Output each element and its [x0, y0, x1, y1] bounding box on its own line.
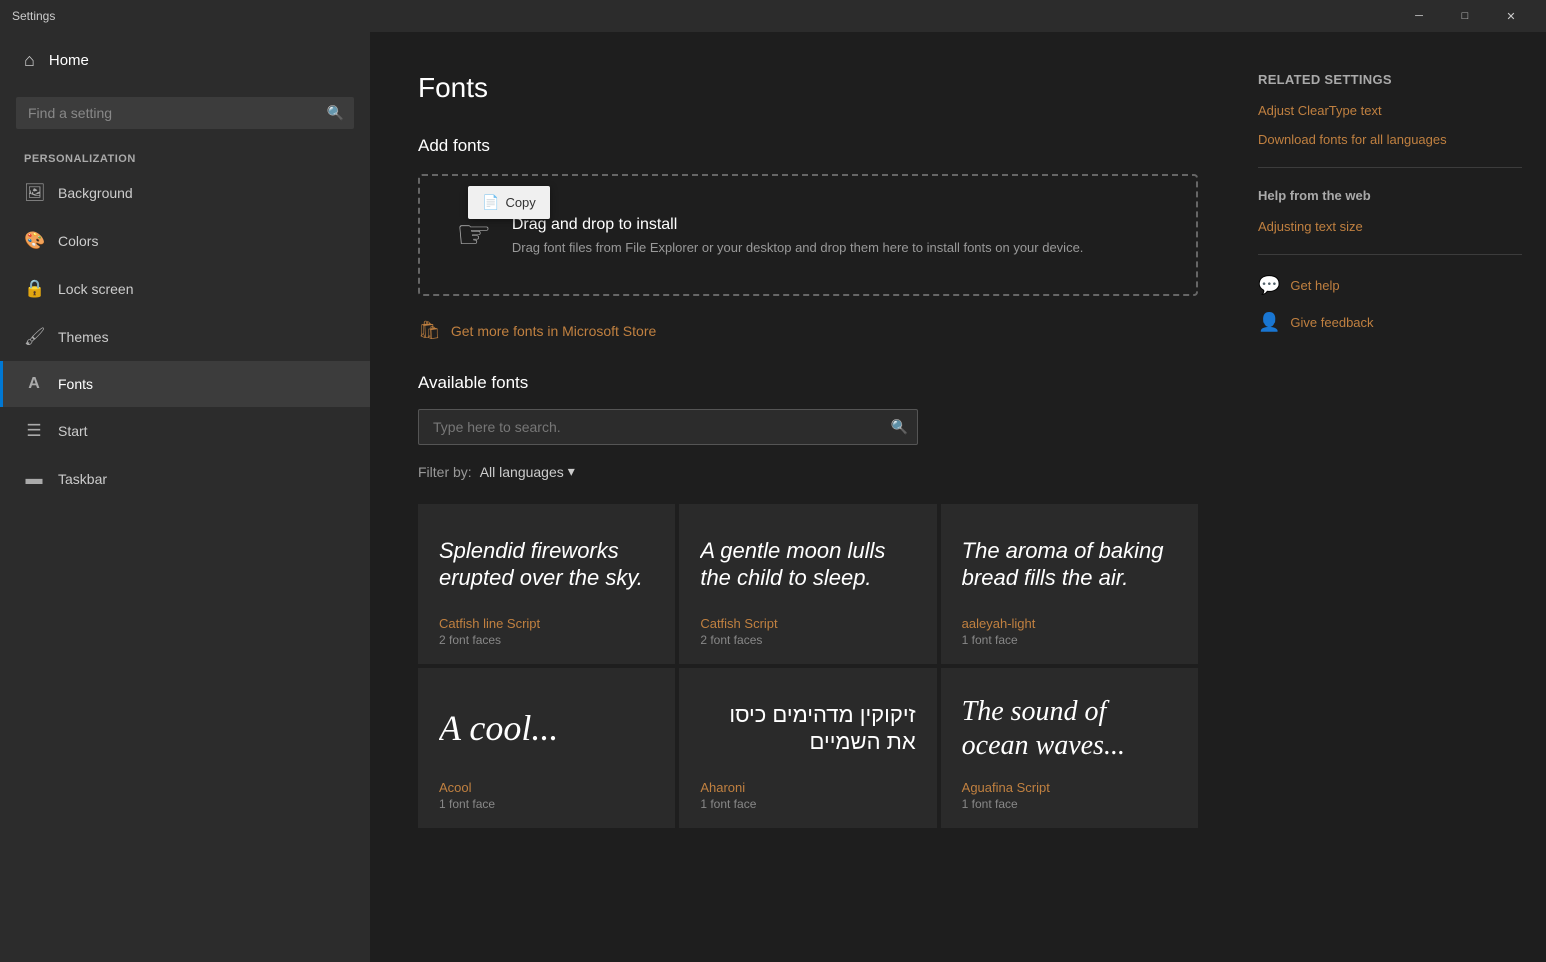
sidebar-item-start-label: Start: [58, 423, 88, 439]
background-icon: 🖼: [24, 183, 44, 203]
font-preview-aguafina: The sound of ocean waves...: [962, 689, 1177, 768]
add-fonts-title: Add fonts: [418, 136, 1198, 156]
chevron-down-icon: ▾: [568, 463, 575, 480]
font-search-container: 🔍: [418, 409, 1198, 445]
font-faces-catfish-line-script: 2 font faces: [439, 633, 654, 647]
available-fonts-title: Available fonts: [418, 373, 1198, 393]
get-help-action[interactable]: 💬 Get help: [1258, 275, 1522, 296]
colors-icon: 🎨: [24, 231, 44, 251]
cleartype-link[interactable]: Adjust ClearType text: [1258, 103, 1522, 118]
start-icon: ☰: [24, 421, 44, 441]
window-controls: ─ □ ✕: [1396, 0, 1534, 32]
filter-label: Filter by:: [418, 464, 472, 480]
font-card-aaleyah[interactable]: The aroma of baking bread fills the air.…: [941, 504, 1198, 664]
sidebar-item-taskbar[interactable]: ▬ Taskbar: [0, 455, 370, 503]
sidebar-item-lock-screen-label: Lock screen: [58, 281, 133, 297]
give-feedback-icon: 👤: [1258, 312, 1280, 333]
home-icon: ⌂: [24, 50, 35, 71]
sidebar-item-start[interactable]: ☰ Start: [0, 407, 370, 455]
right-panel: Related Settings Adjust ClearType text D…: [1246, 32, 1546, 962]
font-name-acool: Acool: [439, 780, 654, 795]
get-help-label: Get help: [1290, 278, 1339, 293]
search-icon: 🔍: [327, 105, 344, 122]
download-fonts-link[interactable]: Download fonts for all languages: [1258, 132, 1522, 147]
sidebar-item-colors-label: Colors: [58, 233, 98, 249]
close-button[interactable]: ✕: [1488, 0, 1534, 32]
sidebar-item-home[interactable]: ⌂ Home: [0, 32, 370, 89]
sidebar-item-themes-label: Themes: [58, 329, 109, 345]
font-name-aharoni: Aharoni: [700, 780, 915, 795]
drop-title: Drag and drop to install: [512, 216, 1084, 234]
font-card-catfish-line-script[interactable]: Splendid fireworks erupted over the sky.…: [418, 504, 675, 664]
sidebar-item-lock-screen[interactable]: 🔒 Lock screen: [0, 265, 370, 313]
fonts-icon: A: [24, 375, 44, 393]
sidebar: ⌂ Home 🔍 Personalization 🖼 Background 🎨 …: [0, 32, 370, 962]
store-icon: 🛍: [418, 320, 441, 341]
font-name-catfish-script: Catfish Script: [700, 616, 915, 631]
help-title: Help from the web: [1258, 188, 1522, 203]
font-faces-aguafina: 1 font face: [962, 797, 1177, 811]
app-body: ⌂ Home 🔍 Personalization 🖼 Background 🎨 …: [0, 32, 1546, 962]
minimize-button[interactable]: ─: [1396, 0, 1442, 32]
titlebar: Settings ─ □ ✕: [0, 0, 1546, 32]
drop-text: Drag and drop to install Drag font files…: [512, 216, 1084, 255]
language-filter-dropdown[interactable]: All languages ▾: [480, 463, 575, 480]
font-card-catfish-script[interactable]: A gentle moon lulls the child to sleep. …: [679, 504, 936, 664]
font-name-aaleyah: aaleyah-light: [962, 616, 1177, 631]
main-content: Fonts Add fonts 📄 Copy ☞ Drag and drop t…: [370, 32, 1246, 962]
font-search-icon: 🔍: [891, 419, 908, 436]
font-faces-acool: 1 font face: [439, 797, 654, 811]
copy-icon: 📄: [482, 194, 499, 211]
store-link[interactable]: 🛍 Get more fonts in Microsoft Store: [418, 320, 1198, 341]
panel-divider-2: [1258, 254, 1522, 255]
adjusting-text-size-link[interactable]: Adjusting text size: [1258, 219, 1522, 234]
font-preview-aaleyah: The aroma of baking bread fills the air.: [962, 525, 1177, 604]
copy-label: Copy: [505, 195, 535, 210]
font-preview-aharoni: זיקוקין מדהימים כיסו את השמיים: [700, 689, 915, 768]
sidebar-item-fonts-label: Fonts: [58, 376, 93, 392]
filter-row: Filter by: All languages ▾: [418, 463, 1198, 480]
font-card-aharoni[interactable]: זיקוקין מדהימים כיסו את השמיים Aharoni 1…: [679, 668, 936, 828]
font-preview-catfish-line-script: Splendid fireworks erupted over the sky.: [439, 525, 654, 604]
themes-icon: 🖌: [24, 327, 44, 347]
font-faces-aaleyah: 1 font face: [962, 633, 1177, 647]
sidebar-item-colors[interactable]: 🎨 Colors: [0, 217, 370, 265]
give-feedback-label: Give feedback: [1290, 315, 1373, 330]
taskbar-icon: ▬: [24, 469, 44, 489]
related-settings-title: Related Settings: [1258, 72, 1522, 87]
store-link-label: Get more fonts in Microsoft Store: [451, 323, 656, 339]
font-grid: Splendid fireworks erupted over the sky.…: [418, 504, 1198, 828]
font-faces-aharoni: 1 font face: [700, 797, 915, 811]
drop-description: Drag font files from File Explorer or yo…: [512, 240, 1084, 255]
search-container: 🔍: [16, 97, 354, 129]
font-search-input[interactable]: [418, 409, 918, 445]
home-label: Home: [49, 52, 89, 69]
font-preview-catfish-script: A gentle moon lulls the child to sleep.: [700, 525, 915, 604]
maximize-button[interactable]: □: [1442, 0, 1488, 32]
font-card-acool[interactable]: A cool... Acool 1 font face: [418, 668, 675, 828]
sidebar-item-background-label: Background: [58, 185, 133, 201]
give-feedback-action[interactable]: 👤 Give feedback: [1258, 312, 1522, 333]
font-preview-acool: A cool...: [439, 689, 654, 768]
font-name-catfish-line-script: Catfish line Script: [439, 616, 654, 631]
sidebar-item-themes[interactable]: 🖌 Themes: [0, 313, 370, 361]
get-help-icon: 💬: [1258, 275, 1280, 296]
sidebar-item-taskbar-label: Taskbar: [58, 471, 107, 487]
search-input[interactable]: [16, 97, 354, 129]
sidebar-item-fonts[interactable]: A Fonts: [0, 361, 370, 407]
font-card-aguafina[interactable]: The sound of ocean waves... Aguafina Scr…: [941, 668, 1198, 828]
sidebar-item-background[interactable]: 🖼 Background: [0, 169, 370, 217]
font-drop-zone[interactable]: 📄 Copy ☞ Drag and drop to install Drag f…: [418, 174, 1198, 296]
panel-divider-1: [1258, 167, 1522, 168]
copy-tooltip: 📄 Copy: [468, 186, 550, 219]
filter-value: All languages: [480, 464, 564, 480]
page-title: Fonts: [418, 72, 1198, 104]
sidebar-section-label: Personalization: [0, 145, 370, 169]
lock-screen-icon: 🔒: [24, 279, 44, 299]
font-faces-catfish-script: 2 font faces: [700, 633, 915, 647]
font-name-aguafina: Aguafina Script: [962, 780, 1177, 795]
app-title: Settings: [12, 9, 1396, 23]
